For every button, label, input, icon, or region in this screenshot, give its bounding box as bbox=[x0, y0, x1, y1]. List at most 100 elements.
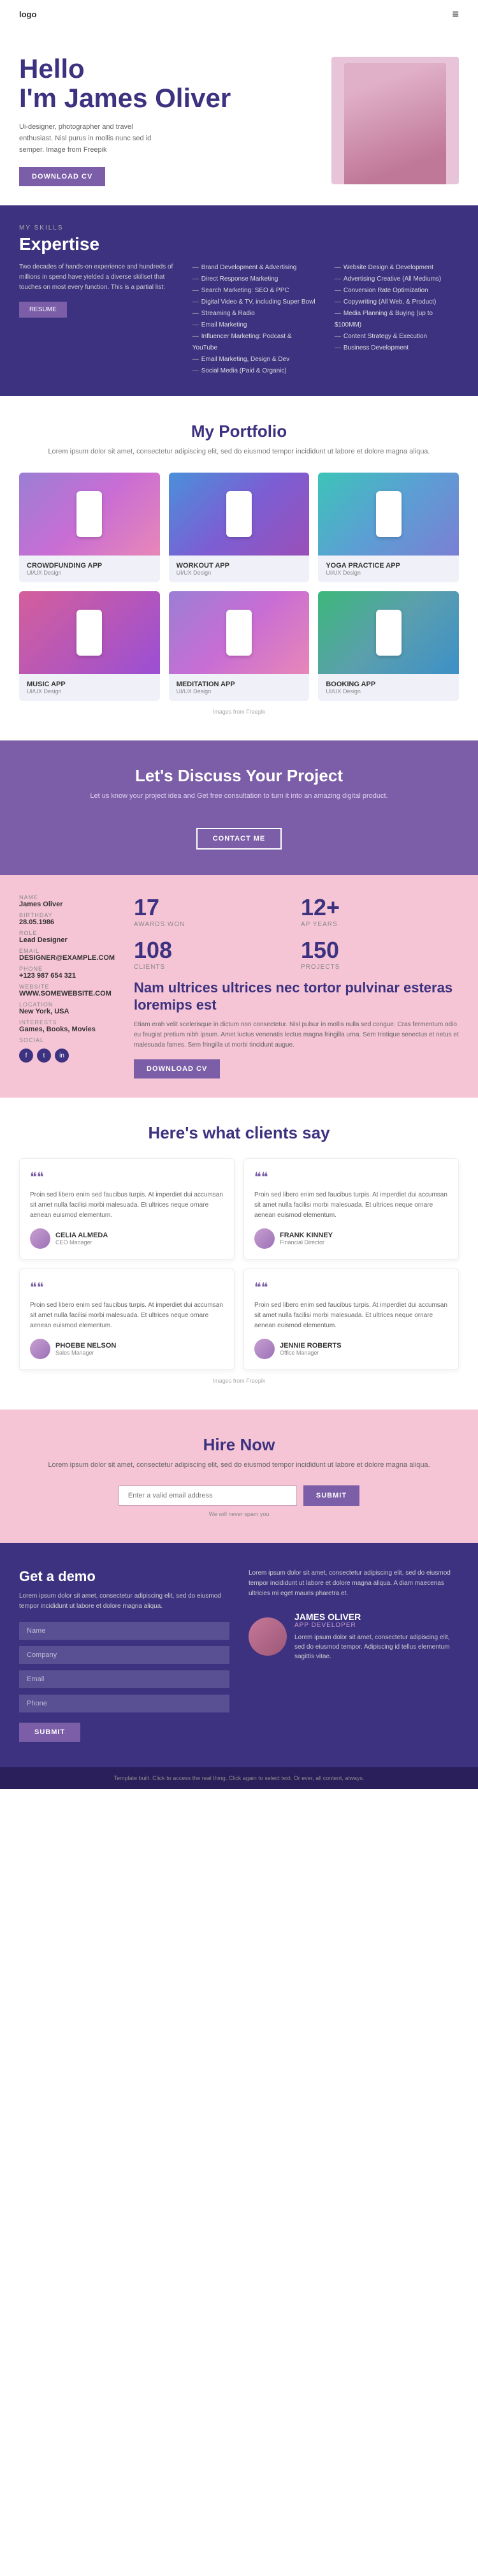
skill-item: Conversion Rate Optimization bbox=[330, 285, 459, 297]
testimonial-card: ❝❝ Proin sed libero enim sed faucibus tu… bbox=[19, 1158, 235, 1260]
skill-item: Influencer Marketing: Podcast & YouTube bbox=[187, 331, 317, 354]
discuss-subtitle: Let us know your project idea and Get fr… bbox=[19, 791, 459, 802]
footer: Template built. Click to access the real… bbox=[0, 1767, 478, 1789]
portfolio-item-name: WORKOUT APP bbox=[177, 562, 302, 570]
stats-grid: 17 AWARDS WON 12+ AP YEARS 108 CLIENTS 1… bbox=[134, 894, 459, 971]
author-name: PHOEBE NELSON bbox=[55, 1342, 116, 1350]
hero-image bbox=[331, 57, 459, 184]
demo-form-field bbox=[19, 1670, 229, 1688]
testimonials-credit: Images from Freepik bbox=[19, 1378, 459, 1384]
author-avatar bbox=[254, 1228, 275, 1249]
portfolio-item-type: UI/UX Design bbox=[27, 688, 152, 695]
demo-name-input[interactable] bbox=[19, 1622, 229, 1640]
stat-number: 12+ bbox=[301, 894, 459, 921]
author-role: Financial Director bbox=[280, 1239, 333, 1246]
birthday-value: 28.05.1986 bbox=[19, 918, 121, 926]
email-value: DESIGNER@EXAMPLE.COM bbox=[19, 954, 121, 962]
author-name: CELIA ALMEDA bbox=[55, 1232, 108, 1239]
facebook-icon[interactable]: f bbox=[19, 1049, 33, 1063]
portfolio-grid: CROWDFUNDING APP UI/UX Design WORKOUT AP… bbox=[19, 473, 459, 701]
demo-title: Get a demo bbox=[19, 1568, 229, 1585]
portfolio-info: MUSIC APP UI/UX Design bbox=[19, 674, 160, 701]
hero-heading: Hello I'm James Oliver bbox=[19, 54, 331, 113]
testimonial-text: Proin sed libero enim sed faucibus turpi… bbox=[30, 1190, 224, 1221]
portfolio-image bbox=[169, 473, 310, 556]
demo-profile-role: APP DEVELOPER bbox=[294, 1622, 459, 1629]
author-info: FRANK KINNEY Financial Director bbox=[280, 1232, 333, 1246]
instagram-icon[interactable]: in bbox=[55, 1049, 69, 1063]
testimonial-author: PHOEBE NELSON Sales Manager bbox=[30, 1339, 224, 1359]
portfolio-card[interactable]: MEDITATION APP UI/UX Design bbox=[169, 591, 310, 701]
stats-personal: NAMEJames Oliver BIRTHDAY28.05.1986 ROLE… bbox=[19, 894, 121, 1078]
portfolio-card[interactable]: WORKOUT APP UI/UX Design bbox=[169, 473, 310, 582]
demo-phone-input[interactable] bbox=[19, 1695, 229, 1712]
portfolio-card[interactable]: CROWDFUNDING APP UI/UX Design bbox=[19, 473, 160, 582]
portfolio-image bbox=[19, 591, 160, 674]
skill-item: Advertising Creative (All Mediums) bbox=[330, 274, 459, 285]
resume-button[interactable]: RESUME bbox=[19, 302, 67, 318]
author-info: PHOEBE NELSON Sales Manager bbox=[55, 1342, 116, 1356]
portfolio-item-name: YOGA PRACTICE APP bbox=[326, 562, 451, 570]
footer-text: Template built. Click to access the real… bbox=[19, 1775, 459, 1781]
skills-section: MY SKILLS Expertise Two decades of hands… bbox=[0, 205, 478, 396]
portfolio-item-type: UI/UX Design bbox=[27, 570, 152, 576]
portfolio-info: CROWDFUNDING APP UI/UX Design bbox=[19, 556, 160, 582]
skills-text: Two decades of hands-on experience and h… bbox=[19, 262, 175, 293]
author-name: FRANK KINNEY bbox=[280, 1232, 333, 1239]
website-value: WWW.SOMEWEBSITE.COM bbox=[19, 990, 121, 997]
role-label: ROLE bbox=[19, 930, 121, 936]
social-links: f t in bbox=[19, 1049, 121, 1063]
skills-title: Expertise bbox=[19, 234, 459, 254]
demo-email-input[interactable] bbox=[19, 1670, 229, 1688]
phone-mockup bbox=[226, 610, 252, 656]
testimonials-grid: ❝❝ Proin sed libero enim sed faucibus tu… bbox=[19, 1158, 459, 1370]
skill-item: Digital Video & TV, including Super Bowl bbox=[187, 297, 317, 308]
location-label: LOCATION bbox=[19, 1001, 121, 1008]
portfolio-info: BOOKING APP UI/UX Design bbox=[318, 674, 459, 701]
hire-submit-button[interactable]: SUBMIT bbox=[303, 1485, 359, 1506]
testimonial-card: ❝❝ Proin sed libero enim sed faucibus tu… bbox=[19, 1269, 235, 1370]
quote-icon: ❝❝ bbox=[30, 1279, 224, 1295]
portfolio-image bbox=[318, 473, 459, 556]
hire-subtitle: Lorem ipsum dolor sit amet, consectetur … bbox=[19, 1460, 459, 1471]
hire-section: Hire Now Lorem ipsum dolor sit amet, con… bbox=[0, 1409, 478, 1543]
demo-submit-button[interactable]: SUBMIT bbox=[19, 1723, 80, 1742]
testimonials-title: Here's what clients say bbox=[19, 1123, 459, 1143]
stat-number: 17 bbox=[134, 894, 292, 921]
download-cv-button[interactable]: DOWNLOAD CV bbox=[19, 167, 105, 186]
skill-item: Brand Development & Advertising bbox=[187, 262, 317, 274]
stat-item: 108 CLIENTS bbox=[134, 937, 292, 971]
hire-form: SUBMIT bbox=[19, 1485, 459, 1506]
quote-icon: ❝❝ bbox=[30, 1169, 224, 1185]
author-role: Office Manager bbox=[280, 1350, 342, 1356]
contact-button[interactable]: CONTACT ME bbox=[196, 828, 282, 850]
portfolio-card[interactable]: YOGA PRACTICE APP UI/UX Design bbox=[318, 473, 459, 582]
logo: logo bbox=[19, 10, 36, 19]
portfolio-info: MEDITATION APP UI/UX Design bbox=[169, 674, 310, 701]
email-label: EMAIL bbox=[19, 948, 121, 954]
name-label: NAME bbox=[19, 894, 121, 901]
demo-profile: JAMES OLIVER APP DEVELOPER Lorem ipsum d… bbox=[249, 1612, 459, 1661]
skills-label: MY SKILLS bbox=[19, 224, 459, 232]
navigation: logo ≡ bbox=[0, 0, 478, 29]
demo-form-field bbox=[19, 1646, 229, 1664]
portfolio-card[interactable]: BOOKING APP UI/UX Design bbox=[318, 591, 459, 701]
hire-note: We will never spam you bbox=[19, 1511, 459, 1517]
author-role: CEO Manager bbox=[55, 1239, 108, 1246]
stats-quote-text: Etiam erah velit scelerisque in dictum n… bbox=[134, 1020, 459, 1050]
portfolio-item-name: MEDITATION APP bbox=[177, 681, 302, 688]
testimonial-text: Proin sed libero enim sed faucibus turpi… bbox=[254, 1300, 448, 1331]
interests-value: Games, Books, Movies bbox=[19, 1026, 121, 1033]
demo-company-input[interactable] bbox=[19, 1646, 229, 1664]
portfolio-card[interactable]: MUSIC APP UI/UX Design bbox=[19, 591, 160, 701]
portfolio-info: YOGA PRACTICE APP UI/UX Design bbox=[318, 556, 459, 582]
stat-label: AP YEARS bbox=[301, 921, 459, 928]
menu-icon[interactable]: ≡ bbox=[452, 8, 459, 21]
hire-email-input[interactable] bbox=[119, 1485, 297, 1506]
stats-quote: Nam ultrices ultrices nec tortor pulvina… bbox=[134, 980, 459, 1078]
phone-label: PHONE bbox=[19, 966, 121, 972]
stats-download-button[interactable]: DOWNLOAD CV bbox=[134, 1059, 220, 1078]
portfolio-item-type: UI/UX Design bbox=[177, 688, 302, 695]
social-label: SOCIAL bbox=[19, 1037, 121, 1043]
twitter-icon[interactable]: t bbox=[37, 1049, 51, 1063]
